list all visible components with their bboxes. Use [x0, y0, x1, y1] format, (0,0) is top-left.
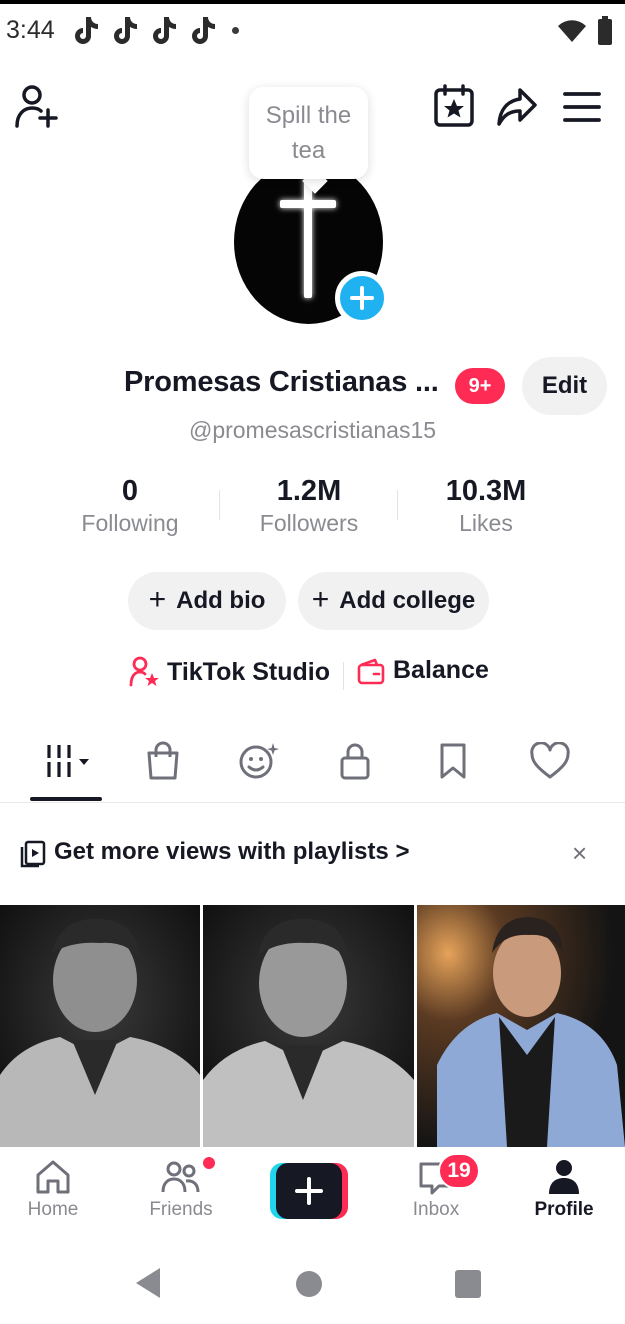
wifi-icon [558, 20, 586, 42]
status-bar: 3:44 [0, 4, 625, 56]
add-college-label: Add college [339, 587, 476, 614]
share-profile-button[interactable] [496, 86, 538, 128]
tab-liked[interactable] [505, 735, 595, 787]
tab-shop[interactable] [118, 735, 208, 787]
tiktok-studio-link[interactable]: TikTok Studio [129, 656, 330, 688]
video-thumbnail-image [0, 905, 200, 1147]
lock-icon [340, 743, 370, 780]
plus-glyph: + [148, 582, 167, 616]
video-thumbnail-image [417, 905, 625, 1147]
stat-followers[interactable]: 1.2M Followers [219, 474, 399, 537]
tab-private[interactable] [310, 735, 400, 787]
system-navigation [0, 1237, 625, 1324]
stat-label: Followers [259, 510, 359, 536]
shop-bag-icon [147, 741, 179, 780]
balance-label: Balance [393, 656, 489, 684]
heart-icon [530, 742, 570, 779]
home-icon [36, 1160, 70, 1194]
repost-face-icon [239, 743, 279, 779]
stat-value: 10.3M [445, 475, 527, 507]
bottom-nav: Home Friends Inbox 19 Profile [0, 1147, 625, 1237]
nav-label: Friends [149, 1199, 213, 1220]
nav-home[interactable]: Home [0, 1157, 108, 1221]
stat-value: 1.2M [276, 475, 342, 507]
studio-person-star-icon [129, 656, 159, 687]
stat-value: 0 [121, 475, 139, 507]
stat-label: Likes [459, 510, 513, 536]
video-thumbnail-image [203, 905, 414, 1147]
calendar-star-icon [434, 84, 474, 127]
status-right [557, 16, 613, 46]
add-story-button[interactable] [335, 271, 389, 325]
battery-icon [598, 16, 612, 45]
profile-icon [549, 1160, 579, 1194]
menu-icon [563, 92, 601, 122]
link-divider [343, 662, 344, 690]
wallet-icon [357, 658, 385, 684]
create-button[interactable] [270, 1163, 348, 1219]
playlist-icon [20, 840, 46, 868]
recents-icon[interactable] [454, 1269, 482, 1299]
active-tab-indicator [30, 797, 102, 801]
balance-link[interactable]: Balance [357, 656, 489, 685]
bubble-text: Spill the tea [265, 102, 352, 164]
notification-badge[interactable]: 9+ [455, 368, 505, 404]
stat-likes[interactable]: 10.3M Likes [396, 474, 576, 537]
notification-icons [70, 14, 239, 46]
tiktok-icon [153, 17, 176, 44]
video-grid [0, 905, 625, 1147]
videos-grid-icon [47, 745, 89, 777]
back-icon[interactable] [134, 1266, 162, 1300]
friends-icon [161, 1161, 200, 1193]
share-icon [497, 88, 537, 126]
more-notifications-dot [232, 26, 239, 34]
home-circle-icon[interactable] [295, 1270, 323, 1298]
profile-tabs [0, 735, 625, 803]
nav-profile[interactable]: Profile [509, 1157, 619, 1221]
spill-the-tea-bubble[interactable]: Spill the tea [249, 87, 368, 179]
nav-label: Inbox [412, 1199, 460, 1220]
video-thumbnail[interactable] [203, 905, 414, 1147]
edit-profile-button[interactable]: Edit [522, 357, 607, 415]
video-thumbnail[interactable] [417, 905, 625, 1147]
add-bio-button[interactable]: + Add bio [128, 572, 286, 630]
stat-following[interactable]: 0 Following [40, 474, 220, 537]
plus-glyph: + [311, 582, 330, 616]
menu-button[interactable] [563, 90, 601, 124]
tiktok-icon [114, 17, 137, 44]
tab-reposts[interactable] [213, 735, 303, 787]
nav-label: Home [27, 1199, 79, 1220]
status-time: 3:44 [6, 16, 55, 44]
tiktok-icon [192, 17, 215, 44]
creator-links: TikTok Studio Balance [0, 656, 625, 696]
add-friend-button[interactable] [14, 82, 60, 130]
create-plus-icon [270, 1163, 348, 1219]
tiktok-icon [75, 17, 98, 44]
profile-handle: @promesascristianas15 [188, 417, 437, 443]
profile-name: Promesas Cristianas ... [124, 366, 439, 398]
calendar-button[interactable] [433, 84, 475, 128]
inbox-badge: 19 [438, 1153, 480, 1189]
tab-videos[interactable] [26, 735, 116, 787]
friends-notification-dot [201, 1155, 217, 1171]
studio-label: TikTok Studio [167, 657, 330, 686]
plus-icon [350, 286, 374, 310]
video-thumbnail[interactable] [0, 905, 200, 1147]
close-icon[interactable]: × [572, 838, 587, 869]
promo-text: Get more views with playlists > [54, 838, 410, 865]
add-friend-icon [15, 85, 58, 128]
stat-label: Following [81, 510, 179, 536]
add-bio-label: Add bio [176, 587, 266, 614]
tab-saved[interactable] [408, 735, 498, 787]
playlist-promo[interactable]: Get more views with playlists > × [0, 830, 625, 878]
nav-label: Profile [534, 1199, 594, 1220]
bookmark-icon [440, 743, 466, 779]
nav-friends[interactable]: Friends [126, 1157, 236, 1221]
add-college-button[interactable]: + Add college [298, 572, 489, 630]
